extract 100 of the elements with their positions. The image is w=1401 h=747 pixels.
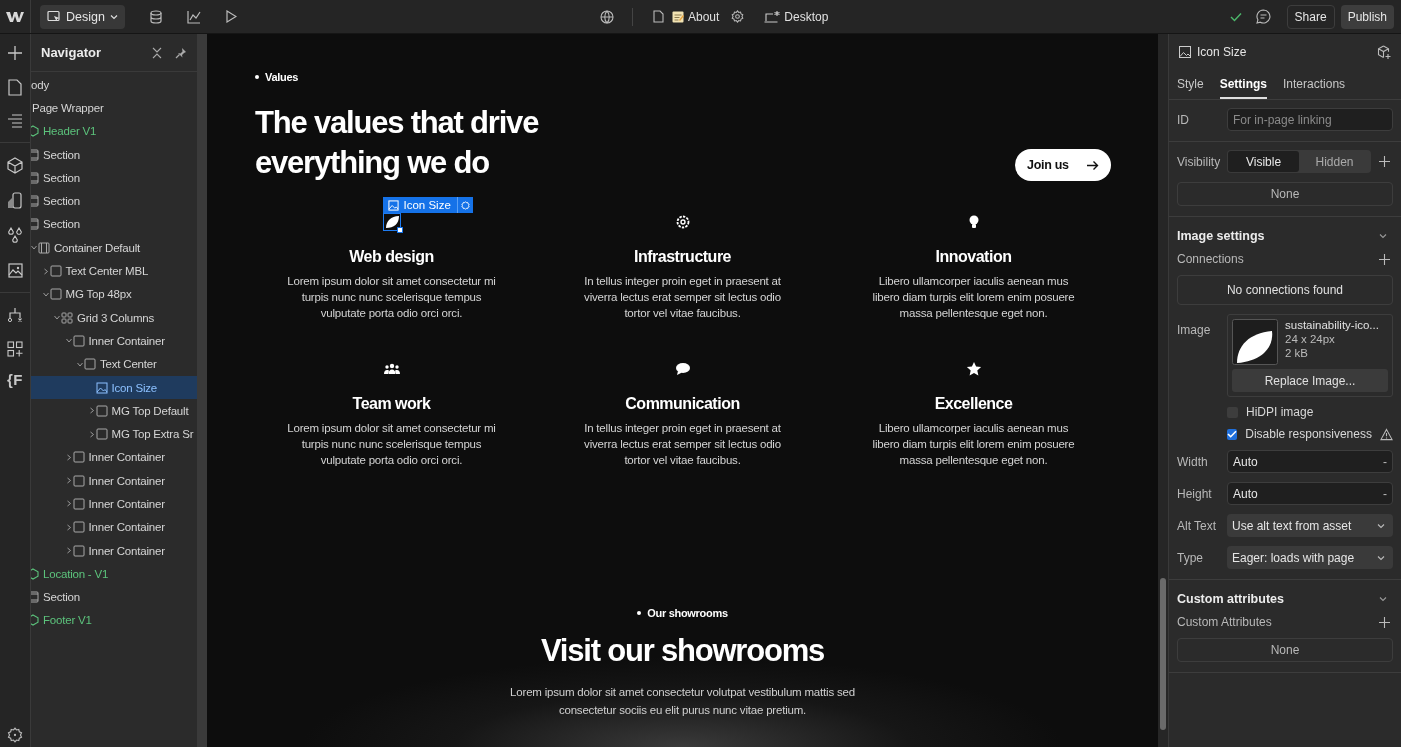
- navigator-item[interactable]: Inner Container: [31, 515, 197, 539]
- bullet-dot: [255, 75, 259, 79]
- box-icon: [72, 451, 85, 464]
- caret-icon[interactable]: [88, 407, 95, 415]
- caret-icon[interactable]: [76, 361, 84, 368]
- apps-icon[interactable]: [7, 341, 23, 357]
- cursor-icon: [47, 9, 61, 24]
- eyebrow-label: Values: [265, 71, 299, 83]
- join-button[interactable]: Join us: [1015, 149, 1111, 181]
- navigator-item[interactable]: Text Center MBL: [31, 259, 197, 283]
- collapse-icon[interactable]: [152, 46, 162, 59]
- navigator-icon[interactable]: [7, 114, 23, 128]
- navigator-item[interactable]: Page Wrapper: [31, 96, 197, 120]
- navigator-item[interactable]: Header V1: [31, 119, 197, 143]
- cube-plus-icon[interactable]: [1377, 45, 1391, 59]
- navigator-item[interactable]: Inner Container: [31, 329, 197, 353]
- visibility-option[interactable]: Visible: [1228, 151, 1299, 172]
- add-icon[interactable]: [1379, 616, 1390, 628]
- id-input[interactable]: For in-page linking: [1227, 108, 1393, 131]
- field-label: Width: [1177, 454, 1209, 469]
- caret-icon: [109, 13, 118, 20]
- style-icon[interactable]: [7, 192, 23, 209]
- caret-icon[interactable]: [42, 267, 49, 275]
- caret-icon[interactable]: [42, 291, 49, 298]
- navigator-item[interactable]: Inner Container: [31, 445, 197, 470]
- caret-icon[interactable]: [65, 523, 72, 531]
- caret-icon[interactable]: [65, 500, 72, 508]
- navigator-item[interactable]: MG Top Default: [31, 399, 197, 423]
- navigator-item[interactable]: Inner Container: [31, 469, 197, 493]
- scrollbar[interactable]: [1158, 34, 1168, 747]
- panel-tab[interactable]: Settings: [1219, 70, 1268, 99]
- navigator-item[interactable]: Text Center: [31, 352, 197, 376]
- checkbox[interactable]: [1227, 428, 1238, 440]
- visibility-option[interactable]: Hidden: [1299, 151, 1370, 172]
- resize-handle[interactable]: [396, 227, 403, 233]
- feature-title: Communication: [625, 394, 740, 414]
- selection-tag[interactable]: Icon Size: [382, 197, 473, 213]
- navigator-item[interactable]: Grid 3 Columns: [31, 305, 197, 330]
- navigator-item[interactable]: Section: [31, 142, 197, 167]
- play-icon[interactable]: [224, 10, 237, 23]
- replace-image-button[interactable]: Replace Image...: [1232, 369, 1388, 392]
- droplets-icon[interactable]: [7, 227, 23, 244]
- add-icon[interactable]: [1379, 253, 1390, 265]
- container-icon: [38, 241, 50, 254]
- navigator-item[interactable]: Section: [31, 212, 197, 237]
- logic-icon[interactable]: [7, 307, 23, 323]
- comment-icon[interactable]: [1255, 9, 1271, 24]
- dropdown[interactable]: Eager: loads with page: [1227, 546, 1393, 569]
- globe-icon[interactable]: [600, 9, 614, 24]
- page-selector[interactable]: About: [688, 9, 720, 24]
- design-mode-button[interactable]: Design: [40, 4, 125, 29]
- box-icon: [72, 474, 85, 487]
- section-icon: [31, 171, 39, 184]
- leaf-thumbnail[interactable]: [1232, 319, 1278, 365]
- caret-icon[interactable]: [53, 314, 61, 321]
- image-icon[interactable]: [7, 262, 23, 278]
- conditions-box[interactable]: None: [1177, 182, 1393, 206]
- caret-icon[interactable]: [65, 477, 72, 485]
- chevron-icon[interactable]: [1379, 596, 1387, 602]
- breakpoint-button[interactable]: Desktop: [764, 9, 829, 24]
- database-icon[interactable]: [148, 9, 163, 24]
- settings-icon[interactable]: [7, 727, 23, 743]
- size-input[interactable]: Auto -: [1227, 482, 1393, 505]
- extension-app[interactable]: {F: [7, 371, 23, 388]
- navigator-item[interactable]: Icon Size: [31, 375, 197, 400]
- navigator-item[interactable]: Section: [31, 585, 197, 609]
- caret-icon[interactable]: [65, 337, 72, 344]
- caret-icon[interactable]: [31, 244, 38, 251]
- pin-icon[interactable]: [175, 46, 187, 59]
- caret-icon[interactable]: [65, 547, 72, 555]
- navigator-item[interactable]: Container Default: [31, 236, 197, 260]
- section-title: Custom attributes: [1177, 592, 1284, 606]
- settings-icon[interactable]: [731, 10, 745, 23]
- navigator-item[interactable]: ody: [31, 73, 197, 97]
- navigator-item[interactable]: Inner Container: [31, 538, 197, 563]
- caret-icon[interactable]: [88, 430, 95, 438]
- navigator-item[interactable]: Section: [31, 166, 197, 190]
- cube-icon[interactable]: [7, 157, 23, 174]
- caret-icon[interactable]: [65, 453, 72, 461]
- panel-tab[interactable]: Style: [1177, 70, 1204, 99]
- logo-icon[interactable]: [6, 10, 24, 23]
- navigator-item[interactable]: Location - V1: [31, 562, 197, 586]
- size-input[interactable]: Auto -: [1227, 450, 1393, 473]
- attributes-box[interactable]: None: [1177, 638, 1393, 662]
- chevron-icon[interactable]: [1379, 233, 1387, 239]
- page-icon[interactable]: [8, 79, 22, 96]
- add-icon[interactable]: [7, 45, 23, 61]
- navigator-item[interactable]: Inner Container: [31, 492, 197, 516]
- publish-button[interactable]: Publish: [1340, 4, 1394, 29]
- page-icon[interactable]: [653, 10, 664, 23]
- navigator-item[interactable]: Section: [31, 189, 197, 213]
- navigator-item[interactable]: MG Top Extra Sr: [31, 422, 197, 446]
- panel-tab[interactable]: Interactions: [1283, 70, 1346, 99]
- share-button[interactable]: Share: [1286, 4, 1335, 29]
- chart-icon[interactable]: [186, 9, 201, 24]
- scrollbar-thumb[interactable]: [1160, 578, 1166, 730]
- add-icon[interactable]: [1379, 156, 1390, 167]
- navigator-item[interactable]: MG Top 48px: [31, 282, 197, 306]
- navigator-item[interactable]: Footer V1: [31, 608, 197, 633]
- dropdown[interactable]: Use alt text from asset: [1227, 514, 1393, 537]
